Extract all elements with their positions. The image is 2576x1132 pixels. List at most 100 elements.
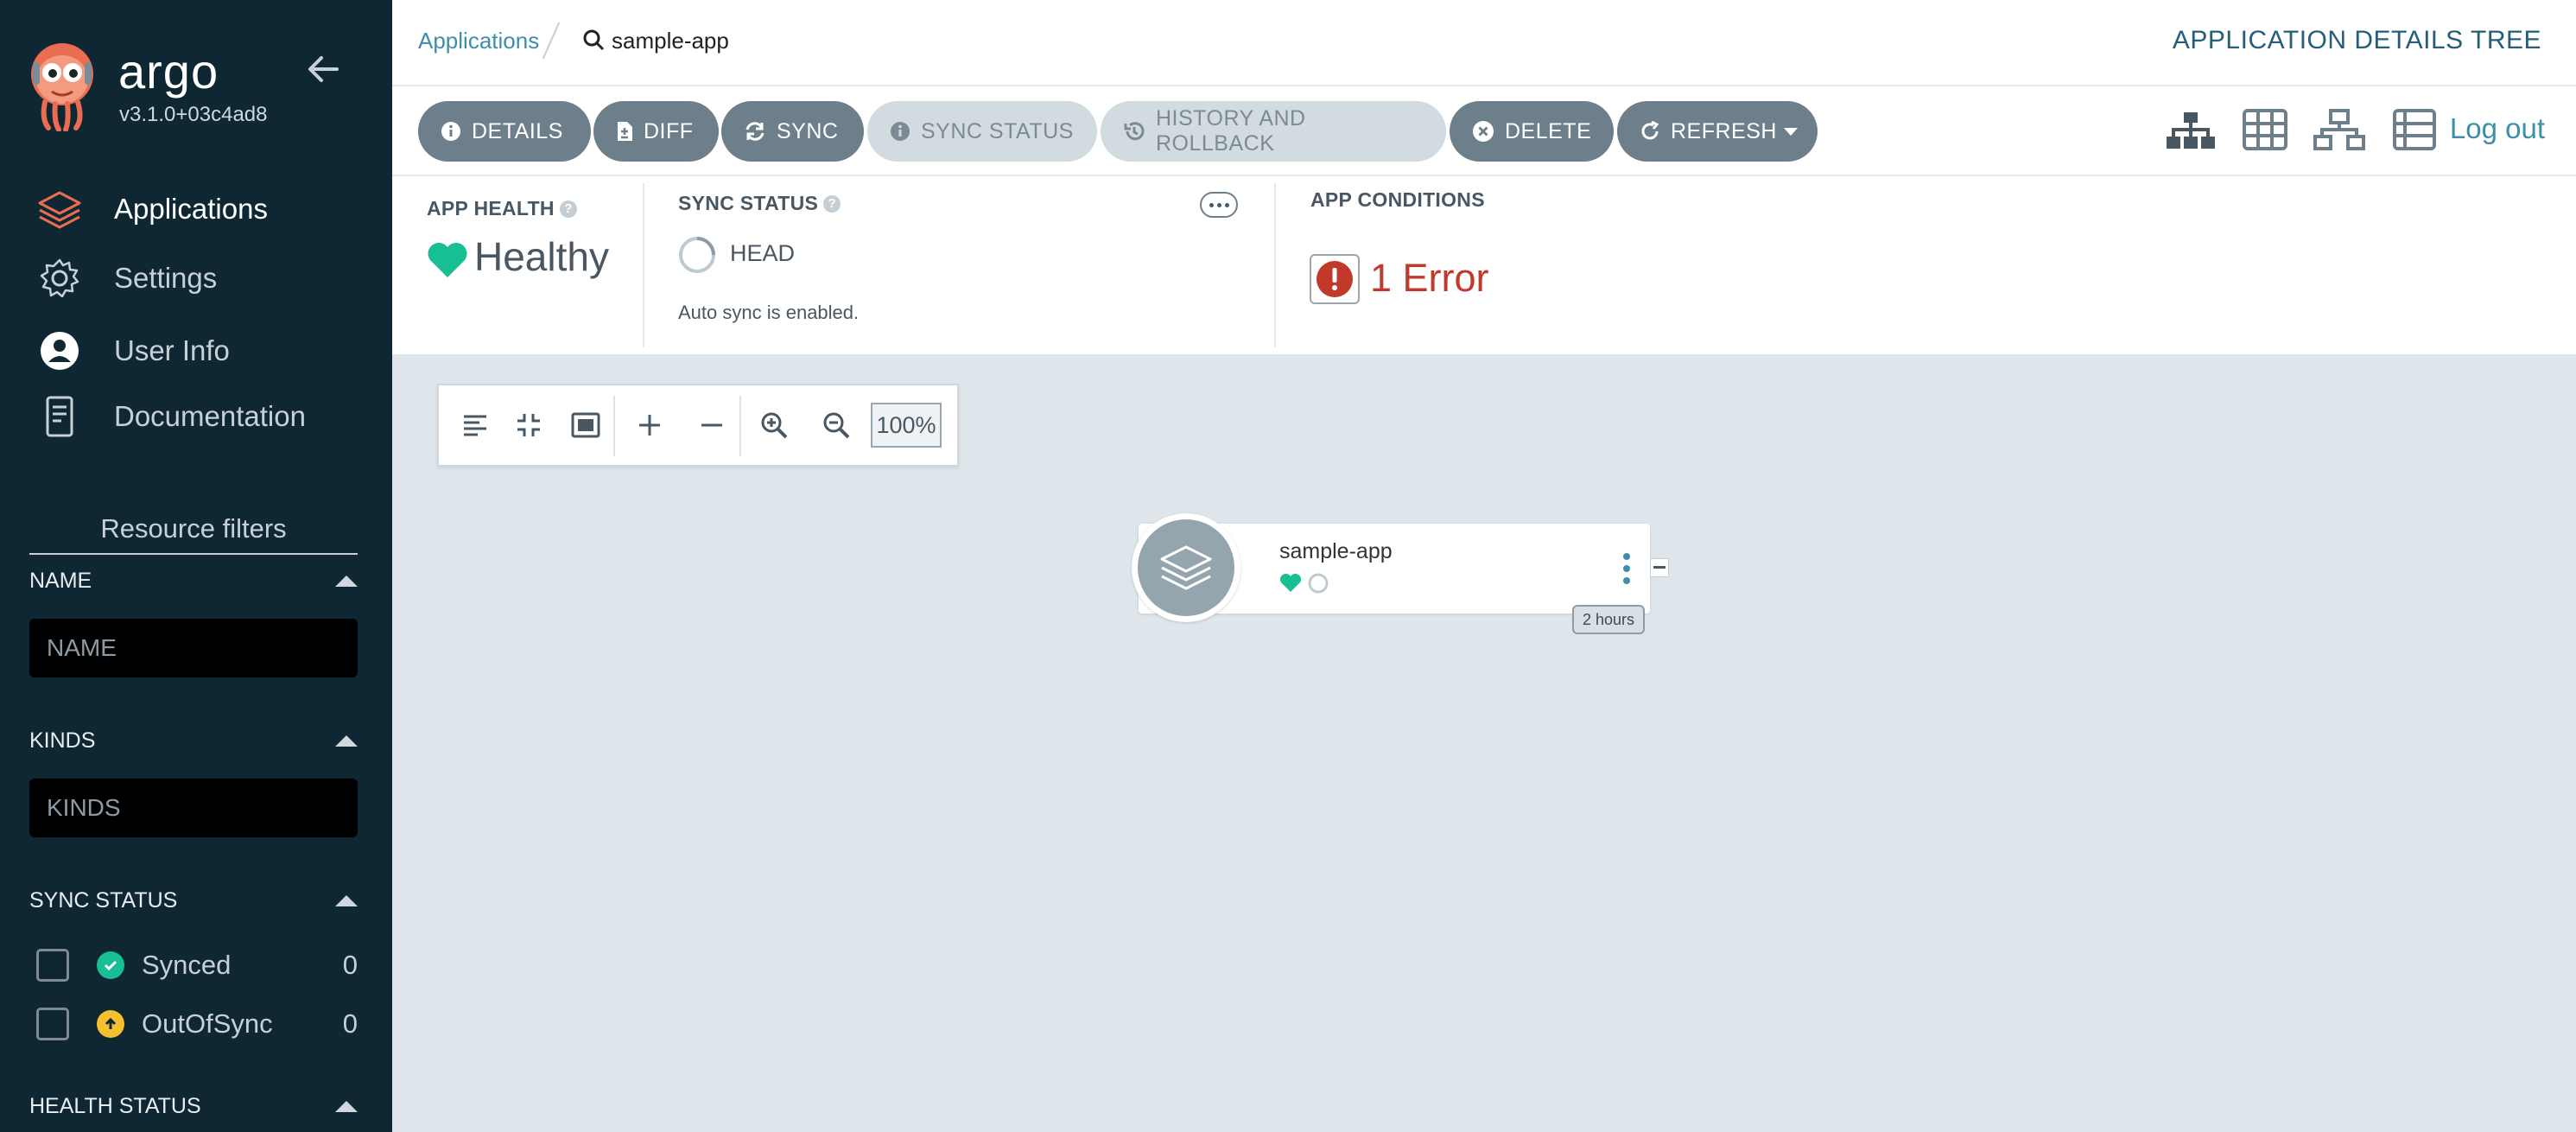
zoom-out-icon[interactable]: [817, 406, 855, 444]
nav-documentation[interactable]: Documentation: [35, 391, 306, 442]
details-label: DETAILS: [472, 118, 563, 143]
filter-name-header: NAME: [29, 569, 358, 594]
error-icon[interactable]: [1310, 254, 1360, 304]
filter-kinds-label: KINDS: [29, 728, 96, 753]
divider: [739, 396, 741, 456]
graph-toolbar: 100%: [437, 384, 959, 467]
filter-sync-status-label: SYNC STATUS: [29, 888, 178, 913]
network-view-icon[interactable]: [2313, 109, 2365, 152]
arrow-up-circle-icon: [97, 1010, 124, 1038]
nav-settings[interactable]: Settings: [35, 252, 217, 304]
collapse-caret-icon[interactable]: [335, 895, 358, 906]
refresh-icon: [1640, 121, 1660, 142]
collapse-minus-icon[interactable]: [693, 406, 731, 444]
kebab-menu-icon[interactable]: [1621, 551, 1633, 586]
collapse-caret-icon[interactable]: [335, 1101, 358, 1112]
more-options-button[interactable]: [1200, 192, 1238, 218]
info-circle-icon: [441, 121, 461, 142]
app-node-status: [1279, 572, 1329, 595]
sync-button[interactable]: SYNC: [721, 101, 864, 162]
brand-name: argo: [118, 44, 219, 99]
times-circle-icon: [1472, 120, 1494, 143]
sync-revision: HEAD: [730, 240, 796, 266]
app-conditions-header: APP CONDITIONS: [1310, 188, 1485, 212]
gear-icon: [35, 253, 85, 303]
zoom-level: 100%: [871, 403, 942, 448]
refresh-button[interactable]: REFRESH: [1617, 101, 1818, 162]
history-icon: [1123, 120, 1145, 143]
app-node-icon[interactable]: [1132, 513, 1240, 622]
app-health-label: APP HEALTH: [427, 197, 555, 219]
caret-down-icon[interactable]: [1783, 127, 1798, 136]
filter-synced-row[interactable]: Synced 0: [36, 944, 358, 987]
breadcrumb-current-app[interactable]: sample-app: [612, 28, 729, 54]
argo-logo: [31, 43, 93, 131]
layers-icon: [1160, 545, 1212, 590]
resource-filters-title: Resource filters: [29, 513, 358, 555]
check-circle-icon: [97, 951, 124, 979]
help-icon[interactable]: ?: [559, 200, 577, 218]
nav-documentation-label: Documentation: [114, 400, 306, 432]
heart-icon: [1279, 574, 1302, 592]
synced-label: Synced: [142, 950, 232, 980]
heart-icon: [428, 243, 467, 277]
collapse-caret-icon[interactable]: [335, 576, 358, 587]
sync-status-button[interactable]: SYNC STATUS: [867, 101, 1097, 162]
zoom-in-icon[interactable]: [755, 406, 793, 444]
filter-health-status-label: HEALTH STATUS: [29, 1094, 201, 1118]
breadcrumb-separator: [542, 22, 561, 60]
synced-checkbox[interactable]: [36, 949, 69, 982]
filter-kinds-header: KINDS: [29, 728, 358, 754]
delete-button[interactable]: DELETE: [1450, 101, 1614, 162]
sync-unknown-circle-icon: [1308, 573, 1329, 594]
file-diff-icon: [616, 121, 633, 142]
logout-link[interactable]: Log out: [2450, 112, 2545, 145]
collapse-node-icon[interactable]: [1650, 558, 1669, 577]
filter-sync-status-header: SYNC STATUS: [29, 888, 358, 913]
search-icon[interactable]: [582, 29, 605, 51]
tree-view-icon[interactable]: [2167, 111, 2215, 152]
history-rollback-button[interactable]: HISTORY AND ROLLBACK: [1101, 101, 1446, 162]
outofsync-count: 0: [342, 1008, 358, 1039]
breadcrumb-applications-link[interactable]: Applications: [418, 28, 539, 54]
details-button[interactable]: DETAILS: [418, 101, 591, 162]
book-icon: [35, 391, 85, 442]
filter-outofsync-row[interactable]: OutOfSync 0: [36, 1002, 358, 1046]
expand-plus-icon[interactable]: [631, 406, 669, 444]
diff-button[interactable]: DIFF: [593, 101, 719, 162]
delete-label: DELETE: [1505, 118, 1592, 143]
collapse-caret-icon[interactable]: [335, 735, 358, 747]
align-left-icon[interactable]: [456, 406, 494, 444]
diff-label: DIFF: [644, 118, 694, 143]
layers-icon: [35, 184, 85, 234]
info-circle-icon: [890, 121, 910, 142]
kinds-filter-input[interactable]: [29, 779, 358, 837]
help-icon[interactable]: ?: [823, 194, 841, 213]
history-rollback-label: HISTORY AND ROLLBACK: [1156, 106, 1306, 156]
app-status-panel: APP HEALTH ? Healthy SYNC STATUS ? HEAD …: [392, 176, 2576, 354]
app-conditions-value[interactable]: 1 Error: [1370, 256, 1489, 301]
divider: [1274, 183, 1276, 347]
sync-unknown-circle-icon: [679, 237, 715, 273]
nav-settings-label: Settings: [114, 262, 218, 294]
app-health-value: Healthy: [474, 234, 609, 279]
version-label: v3.1.0+03c4ad8: [119, 103, 268, 126]
nav-applications[interactable]: Applications: [35, 183, 268, 235]
collapse-sidebar-arrow-icon[interactable]: [304, 50, 342, 88]
name-filter-input[interactable]: [29, 619, 358, 677]
compress-icon[interactable]: [510, 406, 548, 444]
app-node-name[interactable]: sample-app: [1279, 539, 1393, 564]
nav-user-info[interactable]: User Info: [35, 325, 230, 377]
view-title: APPLICATION DETAILS TREE: [2172, 26, 2541, 54]
list-view-icon[interactable]: [2393, 109, 2436, 150]
sidebar: argo v3.1.0+03c4ad8 Applications Setting…: [0, 0, 392, 1132]
divider: [643, 183, 644, 347]
sync-status-label: SYNC STATUS: [921, 118, 1074, 143]
outofsync-checkbox[interactable]: [36, 1008, 69, 1040]
fit-image-icon[interactable]: [567, 406, 605, 444]
refresh-label: REFRESH: [1671, 118, 1777, 143]
pods-grid-icon[interactable]: [2243, 109, 2287, 150]
app-conditions-label: APP CONDITIONS: [1310, 188, 1485, 211]
app-health-header: APP HEALTH ?: [427, 197, 577, 220]
auto-sync-note: Auto sync is enabled.: [678, 302, 860, 323]
